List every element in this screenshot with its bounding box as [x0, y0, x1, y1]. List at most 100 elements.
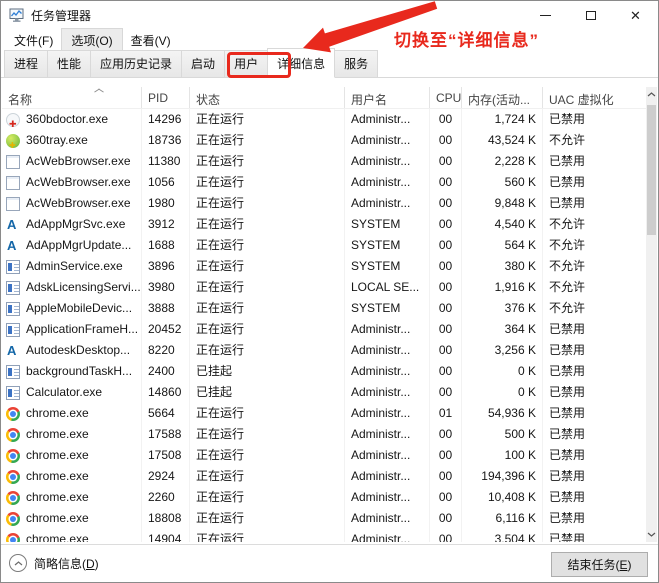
status-cell: 已挂起	[190, 361, 345, 382]
chrome-icon	[6, 490, 20, 505]
default-exe-icon	[6, 280, 20, 295]
table-row[interactable]: chrome.exe 17588 正在运行 Administr... 00 500 K 已禁…	[2, 424, 648, 445]
cpu-cell: 00	[430, 382, 462, 403]
username-cell: SYSTEM	[345, 256, 430, 277]
uac-cell: 已禁用	[543, 193, 648, 214]
status-cell: 已挂起	[190, 382, 345, 403]
360-doctor-icon	[6, 112, 20, 130]
autodesk-icon	[6, 239, 20, 253]
table-row[interactable]: AcWebBrowser.exe 1056 正在运行 Administr... 00 56…	[2, 172, 648, 193]
column-header-mem[interactable]: 内存(活动...	[462, 87, 543, 108]
maximize-button[interactable]	[568, 1, 613, 29]
tab-startup[interactable]: 启动	[181, 50, 226, 77]
chrome-icon	[6, 511, 20, 526]
table-row[interactable]: Calculator.exe 14860 已挂起 Administr... 00 0 K已…	[2, 382, 648, 403]
memory-cell: 364 K	[462, 319, 543, 340]
process-name: AdminService.exe	[26, 259, 123, 273]
column-header-user[interactable]: 用户名	[345, 87, 430, 108]
chrome-icon	[6, 406, 20, 421]
minimize-button[interactable]	[523, 1, 568, 29]
process-name: AcWebBrowser.exe	[26, 175, 131, 189]
process-name-cell: ApplicationFrameH...	[2, 319, 142, 340]
username-cell: Administr...	[345, 151, 430, 172]
status-cell: 正在运行	[190, 529, 345, 542]
scroll-down-button[interactable]	[646, 527, 657, 542]
process-name-cell: AdAppMgrSvc.exe	[2, 214, 142, 235]
pid-cell: 5664	[142, 403, 190, 424]
close-button[interactable]: ✕	[613, 1, 658, 29]
username-cell: Administr...	[345, 172, 430, 193]
tab-processes[interactable]: 进程	[4, 50, 49, 77]
scroll-up-button[interactable]	[646, 87, 657, 102]
process-name: 360bdoctor.exe	[26, 112, 109, 126]
browser-window-icon	[6, 154, 20, 169]
table-row[interactable]: AcWebBrowser.exe 1980 正在运行 Administr... 00 9,…	[2, 193, 648, 214]
chrome-icon	[6, 469, 20, 484]
uac-cell: 不允许	[543, 130, 648, 151]
status-cell: 正在运行	[190, 403, 345, 424]
table-row[interactable]: ApplicationFrameH... 20452 正在运行 Administr..…	[2, 319, 648, 340]
tab-users[interactable]: 用户	[224, 50, 269, 77]
process-name: chrome.exe	[26, 427, 89, 441]
column-header-status[interactable]: 状态	[190, 87, 345, 108]
status-cell: 正在运行	[190, 193, 345, 214]
tab-app-history[interactable]: 应用历史记录	[90, 50, 183, 77]
pid-cell: 1980	[142, 193, 190, 214]
username-cell: Administr...	[345, 109, 430, 130]
table-row[interactable]: chrome.exe 17508 正在运行 Administr... 00 100 K 已禁…	[2, 445, 648, 466]
process-name-cell: AcWebBrowser.exe	[2, 193, 142, 214]
fewer-details-toggle[interactable]: 简略信息(D)	[9, 554, 99, 572]
process-name-cell: chrome.exe	[2, 508, 142, 529]
uac-cell: 已禁用	[543, 151, 648, 172]
table-row[interactable]: AutodeskDesktop... 8220正在运行Administr...00…	[2, 340, 648, 361]
table-row[interactable]: chrome.exe 18808 正在运行 Administr... 00 6,116 K…	[2, 508, 648, 529]
uac-cell: 已禁用	[543, 424, 648, 445]
cpu-cell: 00	[430, 193, 462, 214]
pid-cell: 14296	[142, 109, 190, 130]
username-cell: Administr...	[345, 466, 430, 487]
menu-file[interactable]: 文件(F)	[5, 29, 62, 52]
column-header-cpu[interactable]: CPU	[430, 87, 462, 108]
uac-cell: 已禁用	[543, 466, 648, 487]
memory-cell: 3,256 K	[462, 340, 543, 361]
column-header-pid[interactable]: PID	[142, 87, 190, 108]
pid-cell: 18808	[142, 508, 190, 529]
table-row[interactable]: AcWebBrowser.exe 11380 正在运行 Administr... 00 2…	[2, 151, 648, 172]
status-cell: 正在运行	[190, 256, 345, 277]
table-row[interactable]: AppleMobileDevic... 3888 正在运行 SYSTEM 00 376 K…	[2, 298, 648, 319]
table-row[interactable]: chrome.exe 2260 正在运行 Administr... 00 10,408 K…	[2, 487, 648, 508]
table-row[interactable]: AdminService.exe 3896 正在运行 SYSTEM 00 380 K 不允许	[2, 256, 648, 277]
vertical-scrollbar[interactable]	[646, 87, 657, 542]
tab-performance[interactable]: 性能	[47, 50, 92, 77]
end-task-button[interactable]: 结束任务(E)	[551, 552, 648, 577]
process-name-cell: chrome.exe	[2, 487, 142, 508]
360-tray-icon	[6, 133, 20, 151]
status-cell: 正在运行	[190, 277, 345, 298]
scrollbar-thumb[interactable]	[647, 105, 656, 235]
uac-cell: 不允许	[543, 256, 648, 277]
process-name: AcWebBrowser.exe	[26, 196, 131, 210]
table-row[interactable]: AdAppMgrUpdate... 1688正在运行SYSTEM00564 K不允…	[2, 235, 648, 256]
table-row[interactable]: backgroundTaskH... 2400 已挂起 Administr... 00 0…	[2, 361, 648, 382]
table-row[interactable]: AdskLicensingServi... 3980 正在运行 LOCAL SE...…	[2, 277, 648, 298]
tab-details[interactable]: 详细信息	[267, 48, 336, 78]
cpu-cell: 00	[430, 529, 462, 542]
menu-options[interactable]: 选项(O)	[61, 27, 123, 53]
table-row[interactable]: AdAppMgrSvc.exe 3912正在运行SYSTEM004,540 K不允…	[2, 214, 648, 235]
memory-cell: 194,396 K	[462, 466, 543, 487]
table-row[interactable]: chrome.exe 2924 正在运行 Administr... 00 194,396 …	[2, 466, 648, 487]
pid-cell: 17508	[142, 445, 190, 466]
status-cell: 正在运行	[190, 340, 345, 361]
table-row[interactable]: 360bdoctor.exe 14296正在运行Administr...001,7…	[2, 109, 648, 130]
column-header-uac[interactable]: UAC 虚拟化	[543, 87, 648, 108]
menu-view[interactable]: 查看(V)	[122, 29, 180, 52]
table-row[interactable]: chrome.exe 14904 正在运行 Administr... 00 3,504 K…	[2, 529, 648, 542]
cpu-cell: 00	[430, 130, 462, 151]
uac-cell: 已禁用	[543, 340, 648, 361]
window-title: 任务管理器	[31, 8, 92, 23]
column-header-name[interactable]: 名称	[2, 87, 142, 108]
table-row[interactable]: 360tray.exe 18736正在运行Administr...0043,524…	[2, 130, 648, 151]
tab-services[interactable]: 服务	[334, 50, 379, 77]
table-row[interactable]: chrome.exe 5664 正在运行 Administr... 01 54,936 K…	[2, 403, 648, 424]
task-manager-window: 任务管理器 ✕ 文件(F) 选项(O) 查看(V) 进程 性能 应用历史记录 启动 用户 详细…	[0, 0, 659, 583]
